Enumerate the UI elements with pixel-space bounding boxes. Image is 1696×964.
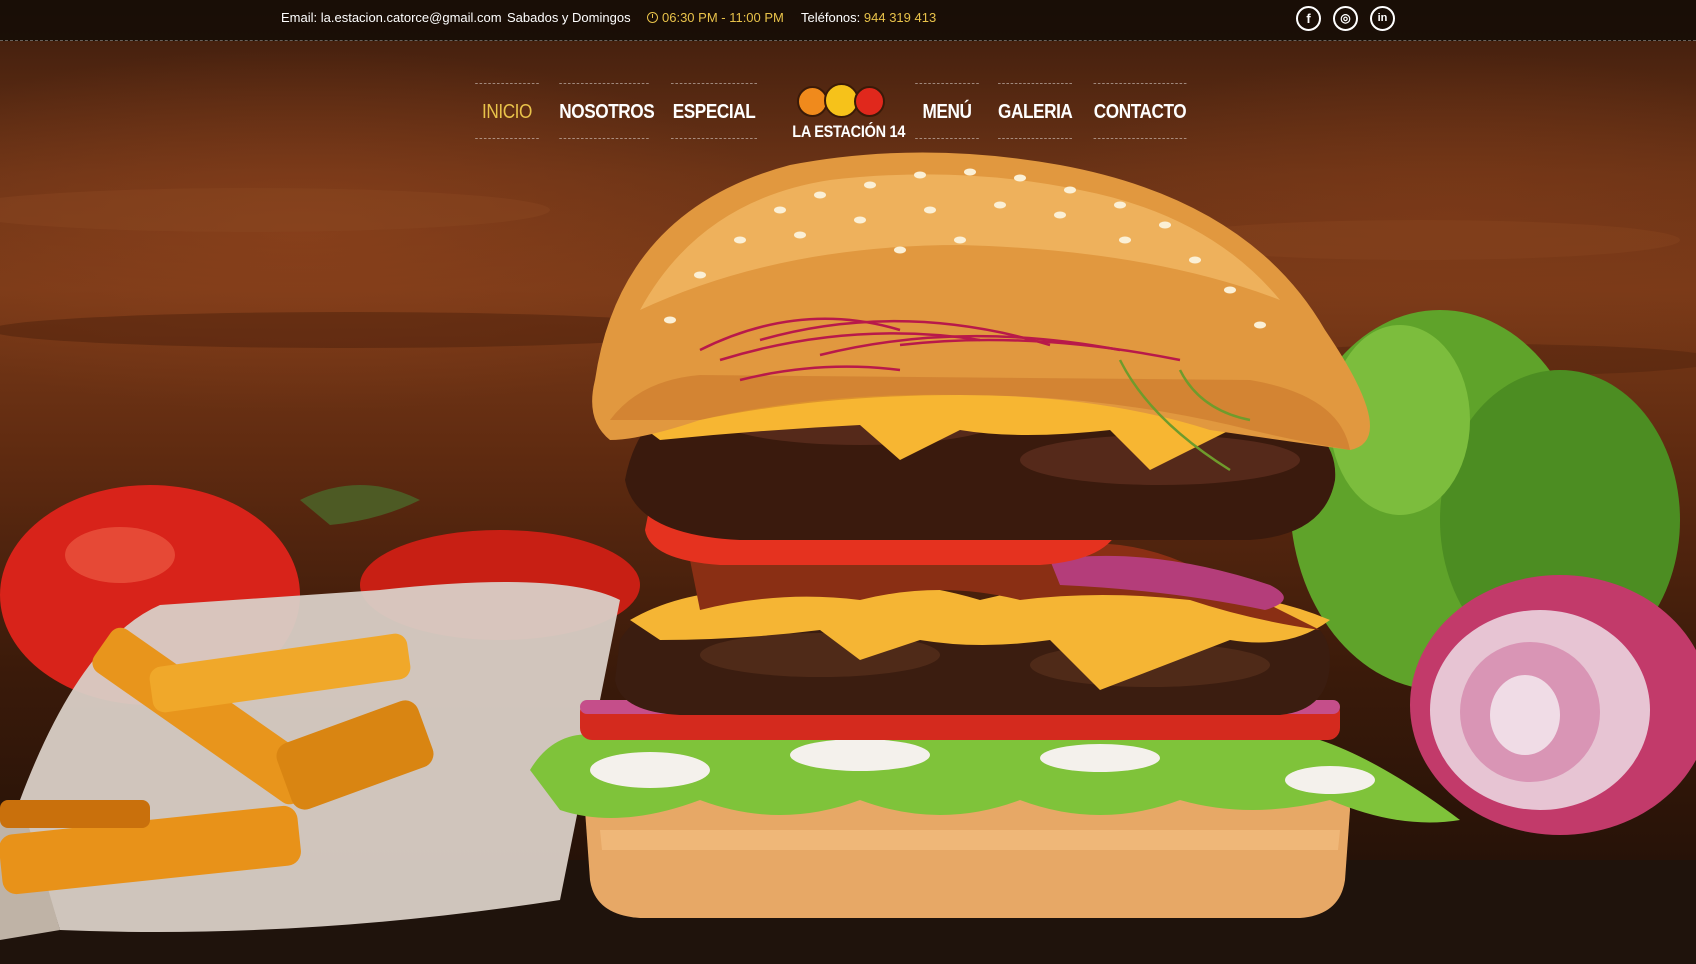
phone-link[interactable]: 944 319 413 — [864, 10, 936, 25]
email-info: Email: la.estacion.catorce@gmail.com — [281, 0, 502, 36]
phone-info: Teléfonos: 944 319 413 — [801, 0, 936, 36]
email-label: Email: — [281, 10, 318, 25]
clock-icon — [647, 12, 658, 23]
phone-label: Teléfonos: — [801, 10, 861, 25]
facebook-icon[interactable]: f — [1296, 6, 1321, 31]
hours-text: 06:30 PM - 11:00 PM — [662, 10, 784, 25]
instagram-icon[interactable]: ◎ — [1333, 6, 1358, 31]
linkedin-icon[interactable]: in — [1370, 6, 1395, 31]
page: Email: la.estacion.catorce@gmail.com Sab… — [0, 0, 1696, 964]
nav-nosotros[interactable]: NOSOTROS — [559, 83, 655, 139]
nav-menu[interactable]: MENÚ — [915, 83, 979, 139]
email-link[interactable]: la.estacion.catorce@gmail.com — [321, 10, 502, 25]
opening-hours: 06:30 PM - 11:00 PM — [647, 0, 784, 36]
site-logo[interactable]: LA ESTACIÓN 14 — [784, 83, 906, 146]
nav-inicio[interactable]: INICIO — [475, 83, 539, 139]
nav-contacto[interactable]: CONTACTO — [1093, 83, 1187, 139]
top-info-bar: Email: la.estacion.catorce@gmail.com Sab… — [0, 0, 1696, 41]
open-days: Sabados y Domingos — [507, 10, 631, 25]
nav-galeria[interactable]: GALERIA — [998, 83, 1073, 139]
logo-text: LA ESTACIÓN 14 — [792, 122, 906, 141]
nav-especial[interactable]: ESPECIAL — [671, 83, 757, 139]
chicken-leg-icon — [854, 86, 885, 117]
